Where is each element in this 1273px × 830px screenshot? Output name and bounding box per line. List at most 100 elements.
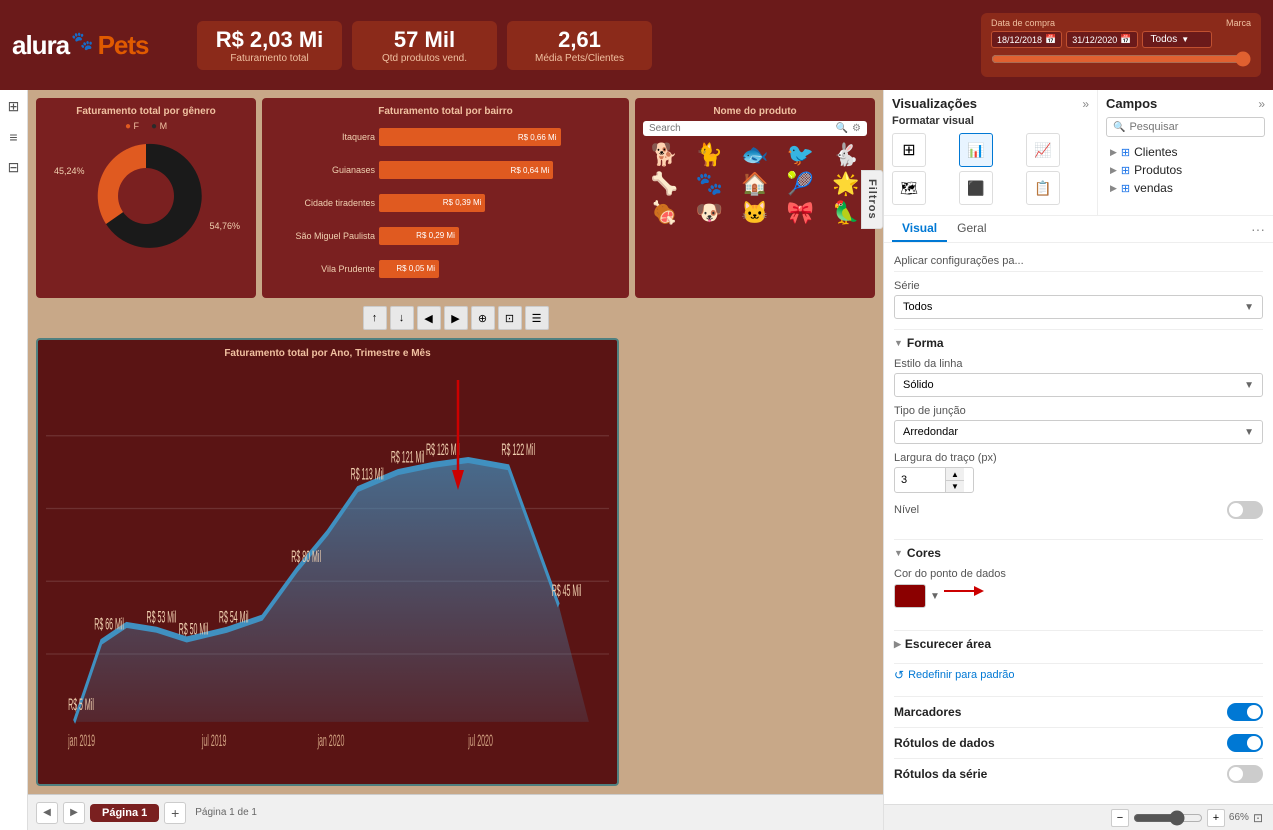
tree-table-icon-clientes: ⊞: [1121, 146, 1130, 159]
product-icon-14: 🎀: [779, 200, 821, 226]
metric-qtd: 57 Mil Qtd produtos vend.: [352, 21, 497, 70]
redefinir-row[interactable]: ↺ Redefinir para padrão: [894, 663, 1263, 686]
tree-arrow-produtos: ▶: [1110, 165, 1117, 176]
date-range-slider[interactable]: [991, 51, 1251, 67]
nav-table-icon[interactable]: ⊟: [8, 159, 20, 176]
date-filter-label: Data de compra: [991, 18, 1055, 28]
viz-expand-icon[interactable]: »: [1082, 97, 1089, 111]
largura-spin-down[interactable]: ▼: [946, 480, 964, 492]
nav-list-icon[interactable]: ≡: [9, 129, 17, 145]
escurecer-header[interactable]: ▶ Escurecer área: [894, 637, 1263, 651]
largura-row: Largura do traço (px) ▲ ▼: [894, 452, 1263, 493]
rotulos-serie-row: Rótulos da série: [894, 758, 1263, 789]
juncao-dropdown[interactable]: Arredondar ▼: [894, 420, 1263, 444]
add-page-button[interactable]: +: [164, 802, 186, 824]
forma-section-header[interactable]: ▼ Forma: [894, 336, 1263, 350]
page-tab-1[interactable]: Página 1: [90, 804, 159, 822]
bairro-chart-card: Faturamento total por bairro Itaquera R$…: [262, 98, 629, 298]
calendar-end-icon: 📅: [1120, 34, 1131, 45]
bar-row-vila-prudente: Vila Prudente R$ 0,05 Mi: [270, 260, 621, 278]
viz-icon-scatter[interactable]: ⬛: [959, 171, 993, 205]
escurecer-arrow-icon: ▶: [894, 639, 901, 650]
campos-search-bar[interactable]: 🔍: [1106, 117, 1265, 137]
viz-icon-card[interactable]: 📋: [1026, 171, 1060, 205]
metric-qtd-label: Qtd produtos vend.: [370, 53, 479, 64]
page-next-btn[interactable]: ▶: [63, 802, 85, 824]
svg-text:jul 2020: jul 2020: [468, 730, 493, 750]
pie-chart-title: Faturamento total por gênero: [44, 106, 248, 117]
toolbar-up-btn[interactable]: ↑: [363, 306, 387, 330]
bar-row-guianases: Guianases R$ 0,64 Mi: [270, 161, 621, 179]
toolbar-down-btn[interactable]: ↓: [390, 306, 414, 330]
marcadores-label: Marcadores: [894, 705, 961, 719]
largura-input[interactable]: [895, 470, 945, 490]
toolbar-left-btn[interactable]: ◀: [417, 306, 441, 330]
date-filter: Data de compra Marca 18/12/2018 📅 31/12/…: [981, 13, 1261, 77]
date-start-input[interactable]: 18/12/2018 📅: [991, 31, 1062, 48]
rotulos-label: Rótulos de dados: [894, 736, 995, 750]
brand-dropdown[interactable]: Todos ▼: [1142, 31, 1212, 48]
rotulos-serie-toggle[interactable]: [1227, 765, 1263, 783]
product-icon-13: 🐱: [734, 200, 776, 226]
tree-arrow-vendas: ▶: [1110, 183, 1117, 194]
calendar-icon: 📅: [1045, 34, 1056, 45]
toolbar-filter-btn[interactable]: ⊕: [471, 306, 495, 330]
serie-dropdown[interactable]: Todos ▼: [894, 295, 1263, 319]
svg-text:R$ 50 Mil: R$ 50 Mil: [179, 619, 209, 639]
apply-config-row: Aplicar configurações pa...: [894, 251, 1263, 272]
svg-text:jan 2019: jan 2019: [68, 730, 96, 750]
tab-visual[interactable]: Visual: [892, 216, 947, 242]
campos-tree-clientes[interactable]: ▶ ⊞ Clientes: [1106, 143, 1265, 161]
tab-geral[interactable]: Geral: [947, 216, 996, 242]
viz-icon-bar[interactable]: 📊: [959, 133, 993, 167]
cores-arrow-icon: ▼: [894, 548, 903, 558]
toolbar-more-btn[interactable]: ☰: [525, 306, 549, 330]
largura-spin-up[interactable]: ▲: [946, 468, 964, 480]
campos-section: Campos » 🔍 ▶ ⊞ Clientes ▶ ⊞: [1098, 90, 1273, 215]
fit-icon[interactable]: ⊡: [1253, 811, 1263, 825]
product-search-input[interactable]: [649, 123, 836, 134]
toolbar-expand-btn[interactable]: ⊡: [498, 306, 522, 330]
zoom-in-btn[interactable]: +: [1207, 809, 1225, 827]
color-dropdown-arrow[interactable]: ▼: [930, 591, 940, 602]
campos-tree-vendas[interactable]: ▶ ⊞ vendas: [1106, 179, 1265, 197]
cores-header[interactable]: ▼ Cores: [894, 546, 1263, 560]
bar-row-itaquera: Itaquera R$ 0,66 Mi: [270, 128, 621, 146]
rotulos-toggle[interactable]: [1227, 734, 1263, 752]
cor-ponto-row: Cor do ponto de dados ▼: [894, 568, 1263, 608]
logo-text-alura: alura: [12, 30, 69, 61]
viz-icon-line[interactable]: 📈: [1026, 133, 1060, 167]
filtros-tab[interactable]: Filtros: [861, 170, 883, 229]
metric-media-label: Média Pets/Clientes: [525, 53, 634, 64]
nivel-toggle[interactable]: [1227, 501, 1263, 519]
zoom-out-btn[interactable]: −: [1111, 809, 1129, 827]
campos-search-input[interactable]: [1129, 121, 1271, 133]
viz-icon-map[interactable]: 🗺: [892, 171, 926, 205]
left-nav: ⊞ ≡ ⊟: [0, 90, 28, 830]
viz-icon-table[interactable]: ⊞: [892, 133, 926, 167]
svg-text:jul 2019: jul 2019: [201, 730, 226, 750]
nav-grid-icon[interactable]: ⊞: [8, 98, 20, 115]
zoom-slider[interactable]: [1133, 810, 1203, 826]
page-prev-btn[interactable]: ◀: [36, 802, 58, 824]
date-end-input[interactable]: 31/12/2020 📅: [1066, 31, 1137, 48]
nivel-row: Nível: [894, 501, 1263, 519]
marcadores-toggle[interactable]: [1227, 703, 1263, 721]
estilo-dropdown[interactable]: Sólido ▼: [894, 373, 1263, 397]
campos-expand-icon[interactable]: »: [1258, 97, 1265, 111]
svg-text:R$ 5 Mil: R$ 5 Mil: [68, 694, 94, 714]
color-swatch[interactable]: [894, 584, 926, 608]
largura-input-wrapper: ▲ ▼: [894, 467, 974, 493]
juncao-label: Tipo de junção: [894, 405, 1263, 417]
campos-tree-produtos[interactable]: ▶ ⊞ Produtos: [1106, 161, 1265, 179]
product-card-title: Nome do produto: [643, 106, 867, 117]
tab-more-icon[interactable]: ···: [1251, 221, 1265, 237]
visual-geral-tab-bar: Visual Geral ···: [884, 216, 1273, 243]
toolbar-right-btn[interactable]: ▶: [444, 306, 468, 330]
escurecer-section: ▶ Escurecer área: [894, 630, 1263, 657]
product-search-bar[interactable]: 🔍 ⚙: [643, 121, 867, 136]
svg-text:R$ 80 Mil: R$ 80 Mil: [291, 546, 321, 566]
metric-faturamento-value: R$ 2,03 Mi: [215, 27, 324, 53]
visualizacoes-title: Visualizações: [892, 96, 977, 111]
annotation-arrow: [428, 380, 488, 525]
